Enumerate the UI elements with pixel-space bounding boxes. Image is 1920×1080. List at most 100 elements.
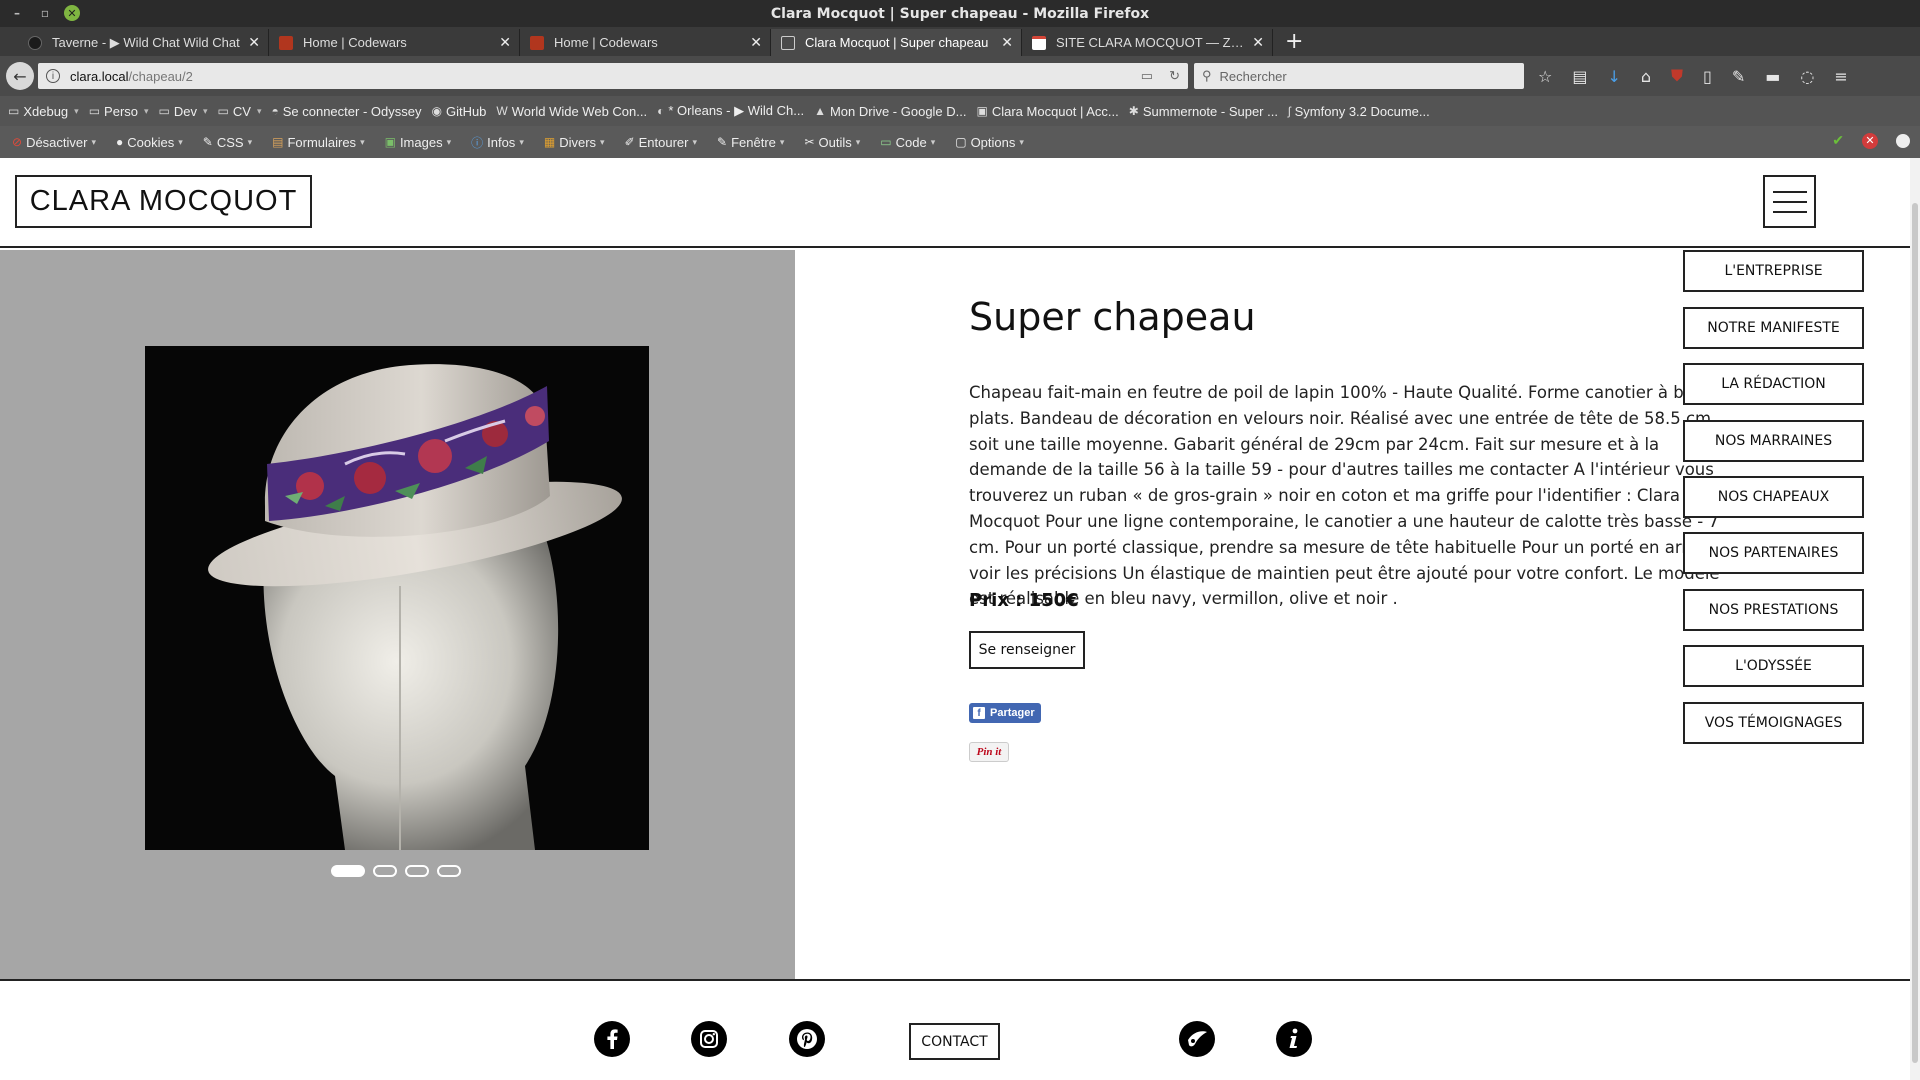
bookmark-5[interactable]: ◓ Se connecter - Odyssey [271,104,421,119]
bookmark-12[interactable]: ʃ Symfony 3.2 Docume... [1288,104,1430,119]
menu-item-redaction[interactable]: LA RÉDACTION [1683,363,1864,405]
devtool-menu-8[interactable]: ✐ Entourer ▾ [625,135,697,150]
chevron-down-icon: ▾ [91,136,97,147]
menu-item-manifeste[interactable]: NOTRE MANIFESTE [1683,307,1864,349]
pen-icon[interactable]: ✎ [1732,67,1745,86]
reader-view-icon[interactable]: ▭ [1141,68,1153,84]
ruler-icon[interactable]: ▬ [1765,67,1780,86]
carousel-dot-1[interactable] [331,865,365,877]
devtool-menu-5[interactable]: ▣ Images ▾ [385,135,452,150]
menu-item-marraines[interactable]: NOS MARRAINES [1683,420,1864,462]
menu-item-partenaires[interactable]: NOS PARTENAIRES [1683,532,1864,574]
window-titlebar: – ▫ ✕ Clara Mocquot | Super chapeau - Mo… [0,0,1920,27]
site-logo[interactable]: CLARA MOCQUOT [15,175,312,228]
summernote-icon: ✱ [1128,104,1139,118]
devtool-menu-11[interactable]: ▭ Code ▾ [880,135,935,150]
tab-codewars-2[interactable]: Home | Codewars ✕ [520,29,771,56]
menu-item-temoignages[interactable]: VOS TÉMOIGNAGES [1683,702,1864,744]
chevron-down-icon: ▾ [855,136,861,147]
url-bar[interactable]: i clara.local/chapeau/2 ▭ ↻ [38,63,1188,89]
devtool-menu-4[interactable]: ▤ Formulaires ▾ [272,135,365,150]
bookmark-10[interactable]: ▣ Clara Mocquot | Acc... [977,104,1119,119]
back-arrow-icon[interactable]: ← [6,62,34,90]
tab-clara-mocquot[interactable]: Clara Mocquot | Super chapeau ✕ [771,29,1022,56]
bookmark-11[interactable]: ✱ Summernote - Super ... [1129,104,1278,119]
devtool-menu-7[interactable]: ▦ Divers ▾ [544,135,605,150]
facebook-icon[interactable] [594,1021,630,1057]
bookmark-label: Mon Drive - Google D... [829,103,967,119]
tab-close-icon[interactable]: ✕ [750,34,762,51]
bookmark-6[interactable]: ◉ GitHub [431,104,486,119]
hamburger-menu-button[interactable] [1763,175,1816,228]
instagram-icon[interactable] [691,1021,727,1057]
info-icon[interactable] [1276,1021,1312,1057]
checkmark-icon[interactable]: ✔ [1832,132,1844,149]
folder-icon: ▭ [88,104,101,118]
tab-close-icon[interactable]: ✕ [1252,34,1264,51]
home-icon[interactable]: ⌂ [1641,67,1651,86]
menu-item-prestations[interactable]: NOS PRESTATIONS [1683,589,1864,631]
devtool-label: CSS [216,134,244,150]
bookmark-8[interactable]: ◐ * Orleans - ▶ Wild Ch... [657,103,804,119]
tripadvisor-icon[interactable] [1179,1021,1215,1057]
symfony-icon: ʃ [1287,104,1291,118]
download-icon[interactable]: ↓ [1607,67,1620,86]
devtool-menu-1[interactable]: ⊘ Désactiver ▾ [12,135,96,150]
tab-taverne[interactable]: Taverne - ▶ Wild Chat Wild Chat ✕ [18,29,269,56]
tab-close-icon[interactable]: ✕ [248,34,260,51]
hamburger-menu-icon[interactable]: ≡ [1834,67,1847,86]
devtool-menu-6[interactable]: ⓘ Infos ▾ [471,134,524,151]
chevron-down-icon: ▾ [1019,136,1024,147]
tab-close-icon[interactable]: ✕ [499,34,511,51]
carousel-dot-3[interactable] [405,865,429,877]
menu-item-chapeaux[interactable]: NOS CHAPEAUX [1683,476,1864,518]
share-label: Partager [990,707,1035,719]
minimize-icon[interactable]: – [8,4,26,22]
page-scrollbar[interactable] [1910,158,1920,1080]
circle-icon[interactable] [1896,133,1910,148]
restore-icon[interactable]: ▫ [36,4,54,22]
devtool-menu-12[interactable]: ▢ Options ▾ [955,135,1024,150]
error-icon[interactable]: ✕ [1862,132,1878,149]
chevron-down-icon: ▾ [247,136,253,147]
tab-codewars-1[interactable]: Home | Codewars ✕ [269,29,520,56]
bookmark-star-icon[interactable]: ☆ [1538,67,1552,86]
new-tab-icon[interactable]: + [1285,29,1303,56]
url-host: clara.local [70,68,129,84]
pinterest-pin-button[interactable]: Pin it [969,742,1009,762]
search-bar[interactable]: ⚲ Rechercher [1194,63,1524,89]
carousel-dot-4[interactable] [437,865,461,877]
bookmark-4[interactable]: ▭ CV ▾ [218,104,262,119]
tab-close-icon[interactable]: ✕ [1001,34,1013,51]
devtool-menu-2[interactable]: ● Cookies ▾ [116,135,183,150]
menu-item-odyssee[interactable]: L'ODYSSÉE [1683,645,1864,687]
menu-item-entreprise[interactable]: L'ENTREPRISE [1683,250,1864,292]
notes-icon[interactable]: ▯ [1703,67,1712,86]
carousel-dot-2[interactable] [373,865,397,877]
odyssey-icon: ◓ [271,104,279,118]
bookmark-7[interactable]: W World Wide Web Con... [496,104,647,119]
dimmed-extension-icon[interactable]: ◌ [1800,67,1814,86]
close-window-icon[interactable]: ✕ [64,5,80,21]
chevron-down-icon: ▾ [360,136,365,147]
bookmark-1[interactable]: ▭ Xdebug ▾ [8,104,79,119]
bookmark-9[interactable]: ▲ Mon Drive - Google D... [814,104,966,119]
hat-photo[interactable] [145,346,649,850]
tab-site-zoning[interactable]: SITE CLARA MOCQUOT — Zoning ✕ [1022,29,1273,56]
devtool-menu-9[interactable]: ✎ Fenêtre ▾ [717,135,784,150]
devtool-menu-10[interactable]: ✂ Outils ▾ [804,135,860,150]
facebook-share-button[interactable]: f Partager [969,703,1041,723]
contact-button[interactable]: CONTACT [909,1023,1000,1060]
pinterest-icon[interactable] [789,1021,825,1057]
devtool-label: Cookies [127,134,175,150]
reload-icon[interactable]: ↻ [1169,68,1180,84]
bookmark-3[interactable]: ▭ Dev ▾ [159,104,208,119]
ublock-icon[interactable]: ⛊ [1671,66,1683,86]
enquire-button[interactable]: Se renseigner [969,631,1085,669]
devtool-menu-3[interactable]: ✎ CSS ▾ [203,135,252,150]
bookmark-2[interactable]: ▭ Perso ▾ [89,104,149,119]
bookmark-label: Summernote - Super ... [1142,103,1278,119]
reading-list-icon[interactable]: ▤ [1572,67,1587,86]
site-info-icon[interactable]: i [46,69,60,83]
scrollbar-thumb[interactable] [1912,203,1918,1063]
